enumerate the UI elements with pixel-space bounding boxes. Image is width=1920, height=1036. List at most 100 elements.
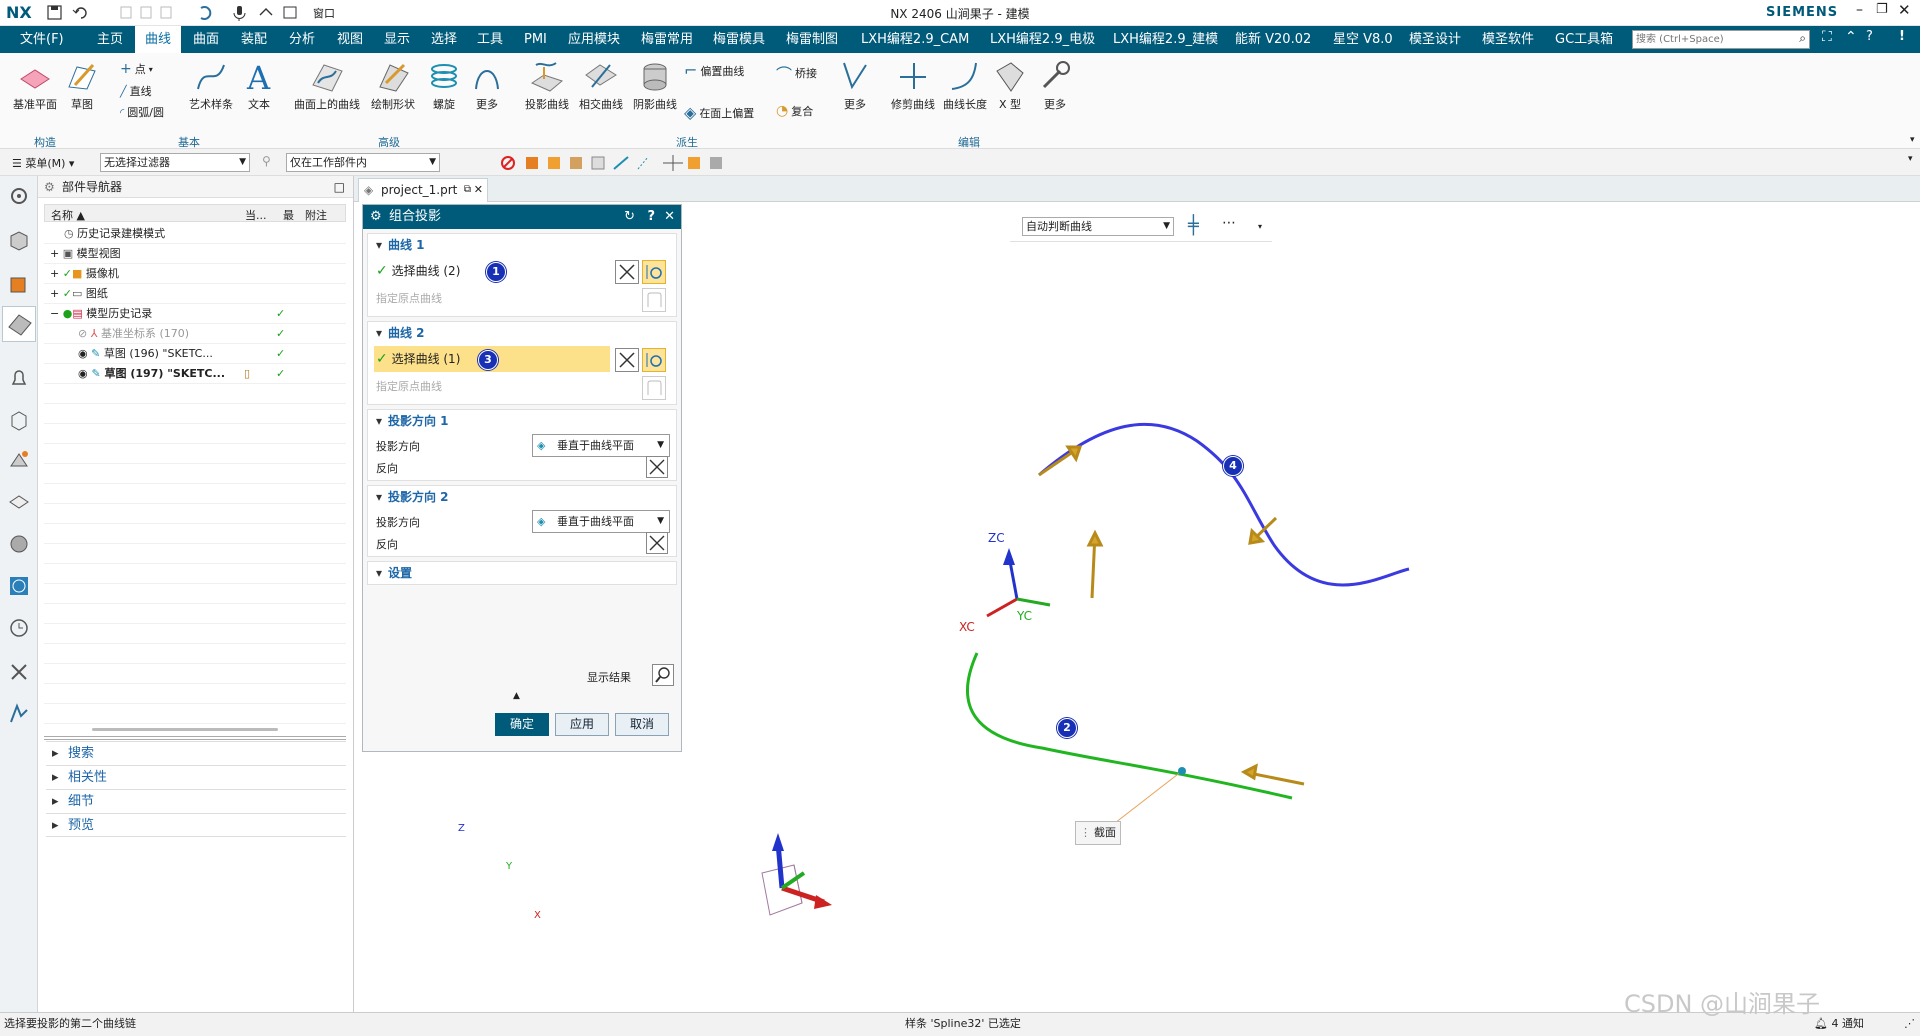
tab-float-icon[interactable]: ⧉ [464,179,471,201]
check-icon[interactable]: ✓ [63,267,72,280]
menu-lxh-cam[interactable]: LXH编程2.9_CAM [861,26,969,53]
draw-shape-button[interactable]: 绘制形状 [368,59,418,112]
menu-gc-toolbox[interactable]: GC工具箱 [1555,26,1613,53]
menu-meilei-drawing[interactable]: 梅雷制图 [786,26,838,53]
menu-xingkong[interactable]: 星空 V8.0 [1333,26,1393,53]
menu-pmi[interactable]: PMI [524,26,547,53]
col-current[interactable]: 当... [245,207,267,223]
menu-surface[interactable]: 曲面 [193,26,219,53]
section-preview[interactable]: ▸ 预览 [46,813,346,837]
apply-button[interactable]: 应用 [555,713,609,736]
dir-2-select[interactable]: ◈ 垂直于曲线平面 ▼ [532,510,670,533]
menu-file[interactable]: 文件(F) [20,26,64,53]
tree-row-sketch-196[interactable]: ◉ ✎ 草图 (196) "SKETC... ✓ [44,344,346,364]
arc-button[interactable]: ◜ 圆弧/圆 [120,104,164,120]
menu-display[interactable]: 显示 [384,26,410,53]
reverse-direction-1-button[interactable] [646,456,668,478]
curve-rule-select[interactable]: 自动判断曲线 ▼ [1022,217,1174,236]
section-dir-2-header[interactable]: 投影方向 2 [368,486,676,508]
tree-row-sketch-197[interactable]: ◉ ✎ 草图 (197) "SKETC... ▯ ✓ [44,364,346,384]
show-result-button[interactable] [652,664,674,686]
globe-icon[interactable] [7,574,31,598]
x-form-button[interactable]: X 型 [992,59,1028,112]
tree-row-datum-csys[interactable]: ⊘ ⅄ 基准坐标系 (170) ✓ [44,324,346,344]
reverse-direction-2-button[interactable] [646,532,668,554]
notifications-button[interactable]: 🔔︎ 4 通知 [1814,1013,1864,1035]
menu-lxh-modeling[interactable]: LXH编程2.9_建模 [1113,26,1218,53]
deselect-curve-2-button[interactable] [615,348,639,372]
edit-more-button[interactable]: 更多 [1038,59,1072,112]
expand-icon[interactable]: + [50,267,59,280]
cancel-button[interactable]: 取消 [615,713,669,736]
text-button[interactable]: A 文本 [243,59,275,112]
role-icon[interactable] [7,702,31,726]
tree-row-history-mode[interactable]: ◷ 历史记录建模模式 [44,224,346,244]
status-resize-icon[interactable]: ⋰ [1904,1013,1915,1035]
close-icon[interactable]: ✕ [1898,1,1911,19]
helix-button[interactable]: 螺旋 [424,59,464,112]
menu-mosheng-design[interactable]: 模圣设计 [1409,26,1461,53]
restore-icon[interactable]: ❐ [1876,2,1888,17]
composite-button[interactable]: ◔ 复合 [776,103,813,119]
bridge-button[interactable]: ⌒ 桥接 [776,61,817,85]
settings-gear-icon[interactable] [7,184,31,208]
check-icon[interactable]: ✓ [63,287,72,300]
menu-app-modules[interactable]: 应用模块 [568,26,620,53]
tree-row-drawings[interactable]: + ✓▭ 图纸 [44,284,346,304]
menu-lxh-electrode[interactable]: LXH编程2.9_电极 [990,26,1095,53]
section-dir-1-header[interactable]: 投影方向 1 [368,410,676,432]
shadow-curve-button[interactable]: 阴影曲线 [630,59,680,112]
point-button[interactable]: + 点 ▾ [120,61,153,77]
collapse-ribbon-icon[interactable]: ⌃ [1845,29,1857,45]
graphics-viewport[interactable] [682,203,1920,1011]
section-details[interactable]: ▸ 细节 [46,789,346,813]
menu-nengxin[interactable]: 能新 V20.02 [1235,26,1311,53]
deselect-curve-1-button[interactable] [615,260,639,284]
origin-curve-2-button[interactable] [642,376,666,400]
dialog-close-icon[interactable]: ✕ [664,205,675,229]
collapse-icon[interactable]: − [50,307,59,320]
snap-toolbar[interactable] [448,154,838,172]
menu-mosheng-software[interactable]: 模圣软件 [1482,26,1534,53]
notification-bell-icon[interactable] [7,366,31,390]
menu-analysis[interactable]: 分析 [289,26,315,53]
section-search[interactable]: ▸ 搜索 [46,741,346,765]
menu-curve[interactable]: 曲线 [135,26,182,53]
offset-on-face-button[interactable]: ◈ 在面上偏置 [684,103,754,122]
maximize-panel-icon[interactable]: □ [334,176,345,198]
section-curve-1-header[interactable]: 曲线 1 [368,234,676,256]
intersect-curve-button[interactable]: 相交曲线 [576,59,626,112]
curve-on-surface-button[interactable]: 曲面上的曲线 [294,59,360,112]
dir-1-select[interactable]: ◈ 垂直于曲线平面 ▼ [532,434,670,457]
tree-row-cameras[interactable]: + ✓■ 摄像机 [44,264,346,284]
help-icon[interactable]: ? [1866,29,1873,44]
section-tag[interactable]: ⋮ 截面 [1075,821,1121,845]
history-palette-icon[interactable] [7,532,31,556]
search-icon[interactable]: ⌕ [1799,31,1806,46]
reset-icon[interactable]: ↻ [624,205,635,229]
sketch-button[interactable]: 草图 [62,59,102,112]
expand-icon[interactable]: + [50,247,59,260]
col-notes[interactable]: 附注 [305,207,327,223]
alert-icon[interactable]: ! [1899,29,1905,44]
eye-icon[interactable]: ◉ [78,347,88,360]
col-name[interactable]: 名称 ▲ [51,207,85,223]
menu-select[interactable]: 选择 [431,26,457,53]
hidden-eye-icon[interactable]: ⊘ [78,327,87,340]
menu-tools[interactable]: 工具 [477,26,503,53]
web-browser-icon[interactable] [7,490,31,514]
art-spline-button[interactable]: 艺术样条 [186,59,236,112]
stop-at-intersection-icon[interactable]: ╪ [1188,215,1199,236]
assembly-navigator-icon[interactable] [7,228,31,252]
command-search[interactable]: ⌕ [1632,30,1810,49]
more-options-icon[interactable]: ⋯ [1222,215,1236,231]
horizontal-scrollbar[interactable] [92,728,278,731]
hd3d-tools-icon[interactable] [7,448,31,472]
tools-icon[interactable] [7,660,31,684]
col-latest[interactable]: 最 [283,207,294,223]
advanced-more-button[interactable]: 更多 [470,59,504,112]
menu-assembly[interactable]: 装配 [241,26,267,53]
menu-meilei-common[interactable]: 梅雷常用 [641,26,693,53]
search-input[interactable] [1633,31,1783,48]
tab-project-1[interactable]: ◈ project_1.prt ⧉ ✕ [358,178,488,202]
